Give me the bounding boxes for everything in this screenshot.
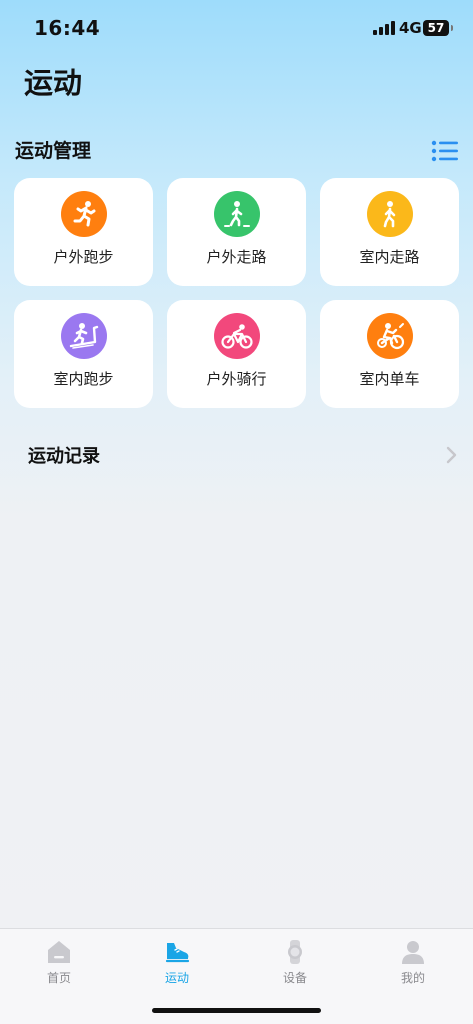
sport-card-label: 室内跑步 <box>53 370 114 388</box>
status-bar: 16:44 4G 57 <box>0 0 473 56</box>
sport-card-label: 户外走路 <box>206 248 267 266</box>
tab-label: 运动 <box>164 971 189 985</box>
indoor-walk-icon <box>367 191 413 237</box>
cellular-signal-icon <box>373 21 395 35</box>
home-indicator <box>152 1008 321 1013</box>
home-icon <box>48 941 70 963</box>
outdoor-walk-icon <box>214 191 260 237</box>
sport-records-row[interactable]: 运动记录 <box>0 430 473 476</box>
list-icon[interactable] <box>430 140 460 162</box>
sport-card-indoor-run[interactable]: 室内跑步 <box>14 300 153 408</box>
sport-card-label: 室内单车 <box>359 370 420 388</box>
battery-icon: 57 <box>423 20 453 36</box>
tab-label: 首页 <box>46 971 71 985</box>
tab-label: 设备 <box>282 971 307 985</box>
chevron-right-icon <box>446 446 457 464</box>
sport-card-outdoor-run[interactable]: 户外跑步 <box>14 178 153 286</box>
treadmill-icon <box>61 313 107 359</box>
sport-card-label: 户外骑行 <box>206 370 267 388</box>
section-title: 运动管理 <box>15 140 92 162</box>
sport-records-label: 运动记录 <box>28 446 100 467</box>
sport-card-label: 户外跑步 <box>53 248 114 266</box>
outdoor-cycling-icon <box>214 313 260 359</box>
shoe-icon <box>165 943 190 963</box>
tab-label: 我的 <box>400 971 425 985</box>
network-type: 4G <box>399 19 422 37</box>
status-time: 16:44 <box>34 16 101 40</box>
page-title: 运动 <box>24 66 83 100</box>
sport-card-label: 室内走路 <box>359 248 420 266</box>
sport-card-indoor-walk[interactable]: 室内走路 <box>320 178 459 286</box>
indoor-bike-icon <box>367 313 413 359</box>
tab-mine[interactable]: 我的 <box>373 935 453 991</box>
tab-home[interactable]: 首页 <box>19 935 99 991</box>
tab-sport[interactable]: 运动 <box>137 935 217 991</box>
sport-card-outdoor-cycling[interactable]: 户外骑行 <box>167 300 306 408</box>
sport-card-indoor-bike[interactable]: 室内单车 <box>320 300 459 408</box>
person-icon <box>402 941 424 964</box>
sport-card-outdoor-walk[interactable]: 户外走路 <box>167 178 306 286</box>
watch-icon <box>288 940 302 964</box>
tab-device[interactable]: 设备 <box>255 935 335 991</box>
outdoor-run-icon <box>61 191 107 237</box>
sport-grid: 户外跑步 户外走路 室内走路 室内跑步 户外骑行 室内单车 <box>14 178 459 408</box>
